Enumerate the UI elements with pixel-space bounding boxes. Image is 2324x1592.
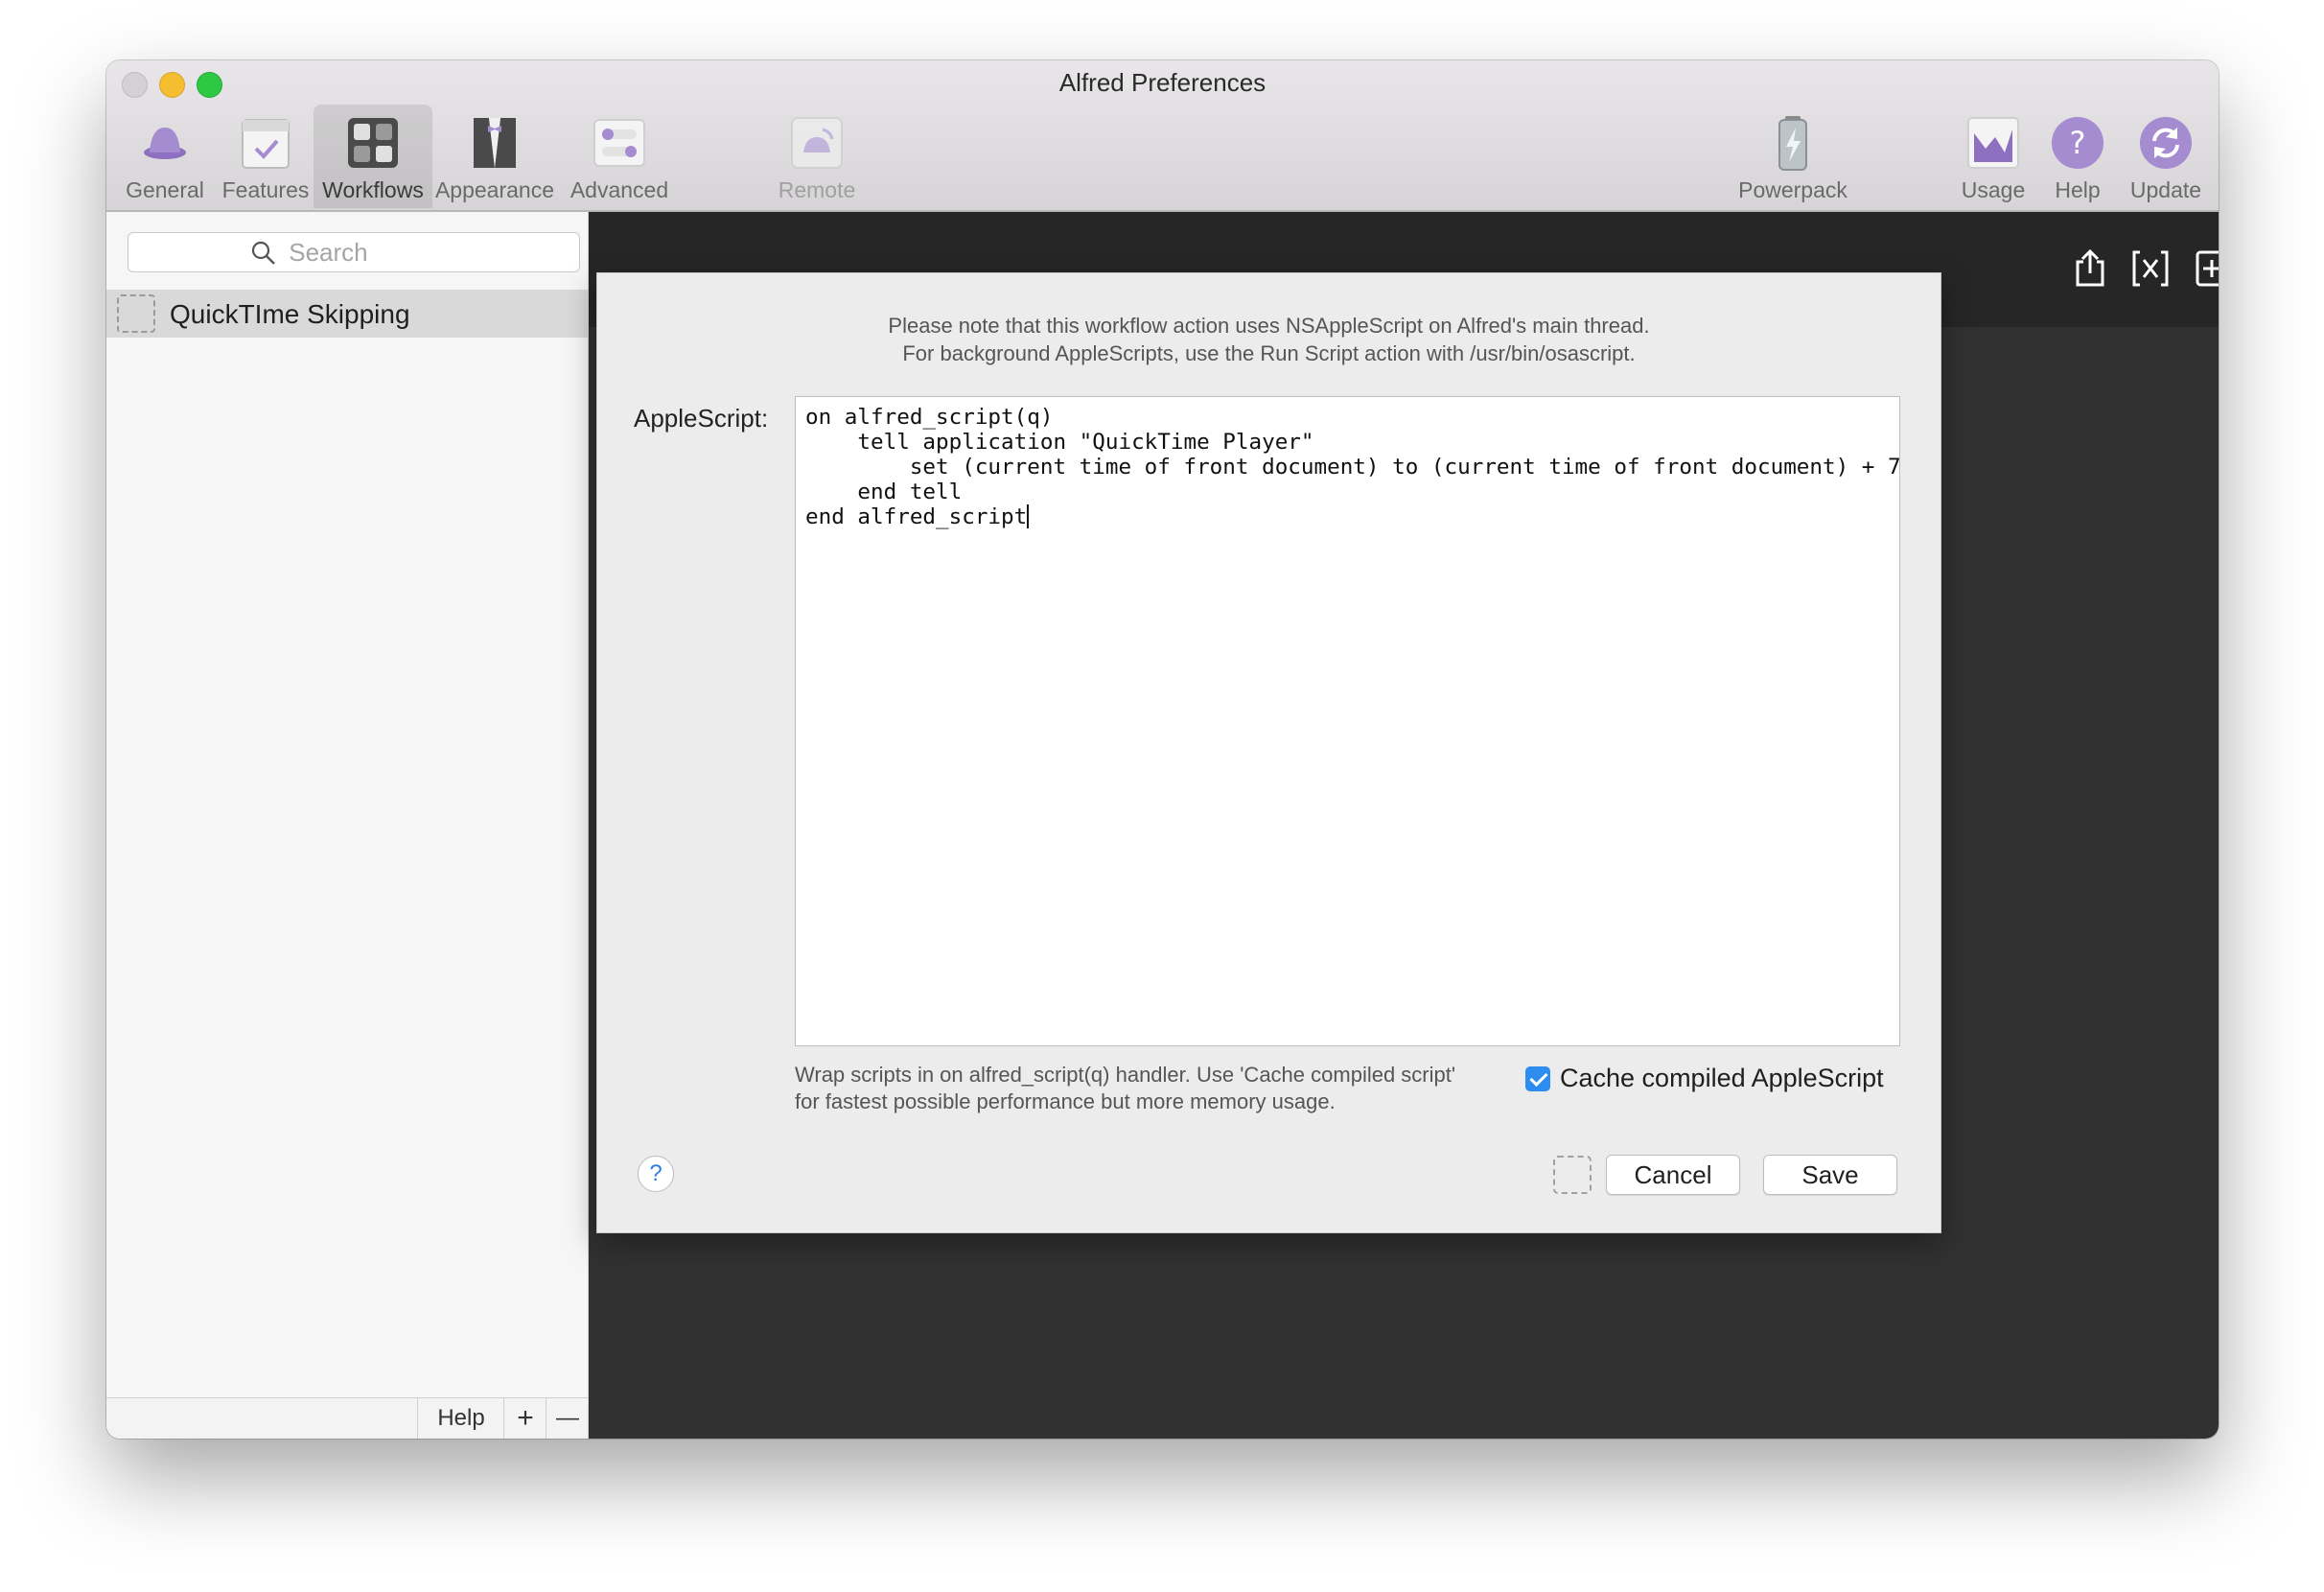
tuxedo-icon — [466, 114, 523, 172]
toolbar-label: Update — [2129, 177, 2202, 202]
cancel-button[interactable]: Cancel — [1606, 1155, 1740, 1195]
toolbar: Alfred Preferences General Features Work… — [106, 60, 2219, 212]
toolbar-remote[interactable]: Remote — [755, 105, 879, 208]
help-button[interactable]: ? — [638, 1156, 674, 1192]
applescript-label: AppleScript: — [634, 404, 769, 433]
workflow-grid-icon — [344, 114, 402, 172]
search-placeholder: Search — [251, 238, 368, 268]
toolbar-features[interactable]: Features — [218, 105, 314, 208]
share-icon[interactable] — [2070, 248, 2110, 289]
text-cursor — [1027, 504, 1030, 528]
variables-icon[interactable] — [2130, 248, 2171, 289]
search-input[interactable]: Search — [128, 232, 580, 272]
sidebar-footer: Help + — — [106, 1397, 588, 1439]
toolbar-label: Features — [221, 177, 310, 202]
toolbar-label: Workflows — [322, 177, 424, 202]
workflow-placeholder-icon — [117, 294, 155, 333]
applescript-code: on alfred_script(q) tell application "Qu… — [805, 405, 1900, 529]
checkbox-checked-icon[interactable] — [1525, 1066, 1550, 1091]
sidebar-help-button[interactable]: Help — [417, 1398, 504, 1439]
cache-compiled-checkbox[interactable]: Cache compiled AppleScript — [1525, 1064, 1884, 1093]
cache-label: Cache compiled AppleScript — [1560, 1064, 1884, 1092]
toolbar-workflows[interactable]: Workflows — [314, 105, 432, 208]
refresh-icon — [2137, 114, 2195, 172]
note-line-1: Please note that this workflow action us… — [888, 314, 1650, 338]
toolbar-help[interactable]: ? Help — [2037, 105, 2118, 208]
toolbar-powerpack[interactable]: Powerpack — [1731, 105, 1855, 208]
svg-text:?: ? — [2070, 125, 2086, 161]
chart-icon — [1964, 114, 2022, 172]
window-title: Alfred Preferences — [1058, 68, 1267, 97]
remote-icon — [788, 114, 846, 172]
workflow-list-item[interactable]: QuickTIme Skipping — [106, 290, 588, 338]
search-placeholder-text: Search — [289, 238, 368, 267]
toolbar-appearance[interactable]: Appearance — [432, 105, 557, 208]
toggles-icon — [591, 114, 648, 172]
applescript-configuration-sheet: Please note that this workflow action us… — [596, 272, 1941, 1233]
toolbar-label: Powerpack — [1738, 177, 1848, 202]
alfred-preferences-window: Alfred Preferences General Features Work… — [106, 60, 2219, 1439]
add-object-icon[interactable] — [2192, 248, 2219, 289]
add-workflow-button[interactable]: + — [503, 1398, 546, 1439]
note-line-2: For background AppleScripts, use the Run… — [902, 341, 1636, 365]
toolbar-usage[interactable]: Usage — [1945, 105, 2041, 208]
toolbar-label: Usage — [1961, 177, 2026, 202]
battery-bolt-icon — [1764, 114, 1822, 172]
toolbar-label: Appearance — [434, 177, 555, 202]
checklist-icon — [237, 114, 294, 172]
handler-hint: Wrap scripts in on alfred_script(q) hand… — [795, 1063, 1456, 1113]
question-icon: ? — [2049, 114, 2106, 172]
toolbar-general[interactable]: General — [112, 105, 218, 208]
toolbar-label: Advanced — [569, 177, 669, 202]
hat-icon — [136, 114, 194, 172]
object-placeholder-icon[interactable] — [1553, 1156, 1592, 1194]
toolbar-label: Remote — [778, 177, 856, 202]
thread-note: Please note that this workflow action us… — [597, 312, 1941, 367]
workflows-sidebar: Search QuickTIme Skipping Help + — — [106, 212, 589, 1439]
workflow-name: QuickTIme Skipping — [170, 299, 410, 329]
toolbar-advanced[interactable]: Advanced — [557, 105, 682, 208]
toolbar-label: Help — [2055, 177, 2101, 202]
toolbar-update[interactable]: Update — [2118, 105, 2214, 208]
search-icon — [251, 238, 289, 267]
toolbar-label: General — [126, 177, 204, 202]
save-button[interactable]: Save — [1763, 1155, 1897, 1195]
remove-workflow-button[interactable]: — — [546, 1398, 589, 1439]
applescript-editor[interactable]: on alfred_script(q) tell application "Qu… — [795, 396, 1900, 1046]
